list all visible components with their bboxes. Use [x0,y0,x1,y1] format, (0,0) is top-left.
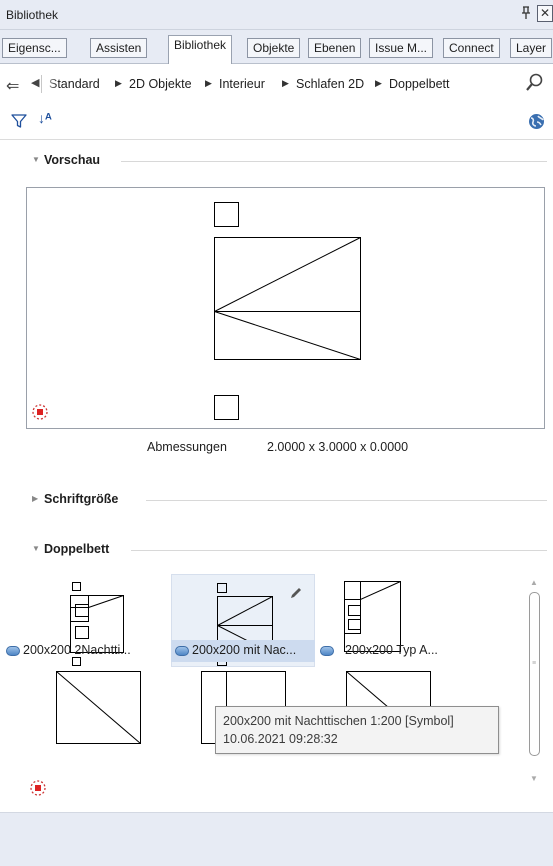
symbol-type-icon [6,646,20,656]
symbol-grid: 200x200 2Nachtti... 200x200 mit Nac... 2… [6,570,545,800]
symbol-label-2nachttische[interactable]: 200x200 2Nachtti... [2,640,146,662]
chevron-right-icon: ▶ [115,78,122,88]
chevron-down-icon[interactable]: ▼ [32,155,40,164]
scroll-down-icon[interactable]: ▼ [530,774,538,783]
status-bar [0,812,553,866]
breadcrumb-item-doppelbett[interactable]: Doppelbett [389,77,449,91]
dimensions-value: 2.0000 x 3.0000 x 0.0000 [267,440,409,454]
chevron-right-icon: ▶ [375,78,382,88]
section-divider [146,500,547,501]
search-icon[interactable] [526,73,544,96]
back-arrow-icon[interactable]: ⇐ [6,76,19,96]
tab-assistent[interactable]: Assisten [90,38,148,58]
breadcrumb-item-schlafen-2d[interactable]: Schlafen 2D [296,77,364,91]
symbol-grid-scrollbar[interactable]: ▲ ≡ ▼ [527,578,541,788]
tab-layer[interactable]: Layer [510,38,553,58]
tooltip-date: 10.06.2021 09:28:32 [223,732,338,746]
tab-objekte[interactable]: Objekte [247,38,301,58]
scrollbar-thumb[interactable] [529,592,540,756]
scroll-left-icon[interactable]: ◀ [31,76,39,89]
section-vorschau[interactable]: ▼ Vorschau [0,150,553,172]
symbol-label-text: 200x200 2Nachtti... [23,643,131,657]
dimensions-label: Abmessungen [147,440,227,454]
panel-title: Bibliothek [6,8,59,22]
tab-strip: Eigensc... Assisten Bibliothek Objekte E… [0,30,553,64]
chevron-right-icon: ▶ [205,78,212,88]
section-schriftgroesse[interactable]: ▶ Schriftgröße [0,489,553,511]
breadcrumb-item-2d-objekte[interactable]: 2D Objekte [129,77,192,91]
chevron-down-icon[interactable]: ▼ [32,544,40,553]
symbol-label-typ-a[interactable]: 200x200 Typ A... [316,640,460,662]
section-doppelbett[interactable]: ▼ Doppelbett [0,539,553,561]
panel-title-bar: Bibliothek ✕ [0,0,553,30]
tab-connect[interactable]: Connect [443,38,500,58]
tab-eigenschaften[interactable]: Eigensc... [2,38,67,58]
scroll-up-icon[interactable]: ▲ [530,578,538,587]
tab-issue-manager[interactable]: Issue M... [369,38,434,58]
section-label: Vorschau [44,153,101,167]
tooltip-title: 200x200 mit Nachttischen 1:200 [Symbol] [223,714,454,728]
insertion-point-icon[interactable] [31,403,49,424]
section-divider [131,550,547,551]
chevron-right-icon: ▶ [282,78,289,88]
library-toolbar: ↓ᴬ [0,104,553,140]
section-label: Schriftgröße [44,492,119,506]
symbol-label-text: 200x200 Typ A... [345,643,438,657]
preview-canvas[interactable] [26,187,545,429]
symbol-type-icon [320,646,334,656]
scrollbar-grip: ≡ [532,660,537,667]
insertion-point-icon[interactable] [29,779,47,800]
breadcrumb-fade [42,72,58,96]
symbol-type-icon [175,646,189,656]
pin-icon[interactable] [520,6,532,23]
tab-ebenen[interactable]: Ebenen [308,38,362,58]
globe-icon[interactable] [528,113,545,133]
breadcrumb-item-interieur[interactable]: Interieur [219,77,265,91]
section-divider [121,161,547,162]
tab-bibliothek[interactable]: Bibliothek [168,35,233,64]
filter-icon[interactable] [11,113,27,132]
symbol-label-mit-nachttischen[interactable]: 200x200 mit Nac... [171,640,315,662]
breadcrumb: ⇐ ◀ Standard ▶ 2D Objekte ▶ Interieur ▶ … [0,64,553,104]
chevron-right-icon[interactable]: ▶ [32,494,38,503]
symbol-tooltip: 200x200 mit Nachttischen 1:200 [Symbol] … [215,706,499,754]
edit-pencil-icon[interactable] [289,586,303,603]
close-icon[interactable]: ✕ [537,5,553,22]
section-label: Doppelbett [44,542,110,556]
bed-preview-drawing [214,202,361,420]
sort-az-icon[interactable]: ↓ᴬ [38,110,52,126]
symbol-label-text: 200x200 mit Nac... [192,643,297,657]
